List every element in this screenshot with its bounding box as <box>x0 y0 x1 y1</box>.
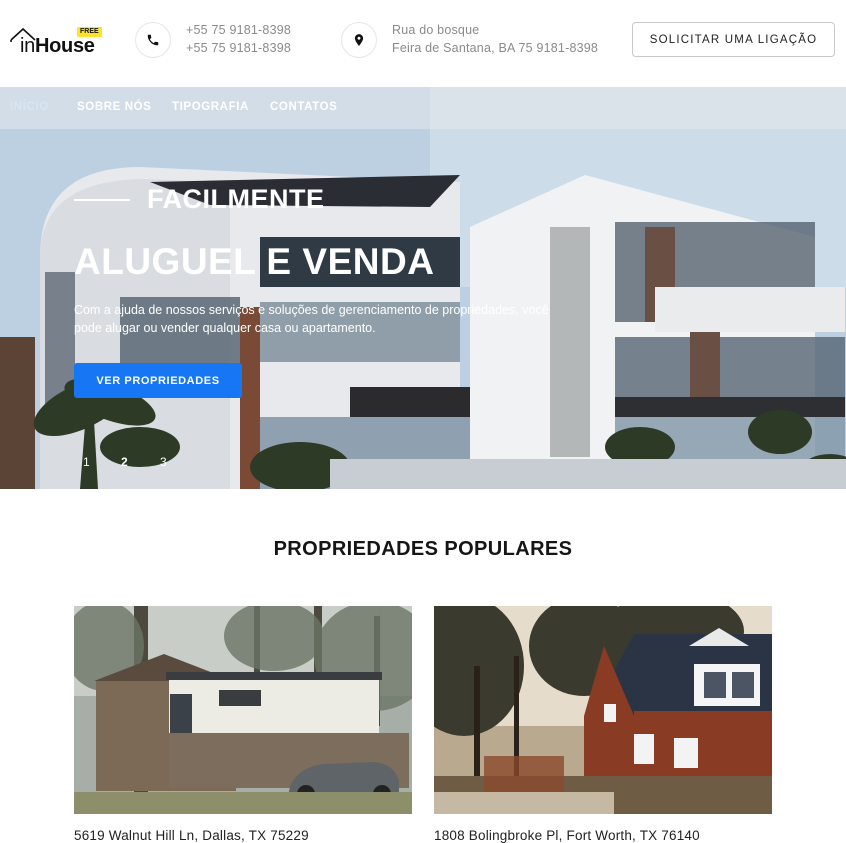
phone-icon <box>135 22 171 58</box>
hero-background-image <box>0 87 846 489</box>
property-address-1[interactable]: 5619 Walnut Hill Ln, Dallas, TX 75229 <box>74 828 309 843</box>
nav-item-sobre-nos[interactable]: SOBRE NÓS <box>77 101 151 113</box>
nav-item-contatos[interactable]: CONTATOS <box>270 101 337 113</box>
logo-in: in <box>20 35 35 57</box>
map-pin-icon <box>341 22 377 58</box>
hero-eyebrow-line <box>74 199 130 201</box>
nav-item-inicio[interactable]: INÍCIO <box>10 101 49 113</box>
view-properties-button[interactable]: VER PROPRIEDADES <box>74 363 242 398</box>
slide-dot-2[interactable]: 2 <box>121 455 128 469</box>
nav-item-tipografia[interactable]: TIPOGRAFIA <box>172 101 249 113</box>
address-line-1: Rua do bosque <box>392 23 480 37</box>
request-call-button[interactable]: SOLICITAR UMA LIGAÇÃO <box>632 22 835 57</box>
phone-numbers: +55 75 9181-8398 +55 75 9181-8398 <box>186 21 291 57</box>
hero-title: ALUGUEL E VENDA <box>74 241 435 282</box>
hero-description: Com a ajuda de nossos serviços e soluçõe… <box>74 303 549 335</box>
logo-house: House <box>34 35 95 57</box>
phone-number-1[interactable]: +55 75 9181-8398 <box>186 21 291 39</box>
property-card-image-2[interactable] <box>434 606 772 814</box>
address: Rua do bosque Feira de Santana, BA 75 91… <box>392 21 598 57</box>
logo-free-badge: FREE <box>77 27 102 37</box>
phone-number-2[interactable]: +55 75 9181-8398 <box>186 39 291 57</box>
logo-wordmark: inHouse <box>20 36 95 56</box>
popular-properties-title: PROPRIEDADES POPULARES <box>273 538 573 560</box>
hero-eyebrow: FACILMENTE <box>147 184 325 214</box>
main-nav: INÍCIO SOBRE NÓS TIPOGRAFIA CONTATOS <box>0 87 846 129</box>
site-header: inHouse FREE +55 75 9181-8398 +55 75 918… <box>0 0 846 87</box>
site-logo[interactable]: inHouse FREE <box>10 24 105 58</box>
property-card-image-1[interactable] <box>74 606 412 814</box>
address-line-2: Feira de Santana, BA 75 9181-8398 <box>392 41 599 55</box>
property-address-2[interactable]: 1808 Bolingbroke Pl, Fort Worth, TX 7614… <box>434 828 700 843</box>
slide-dot-1[interactable]: 1 <box>83 455 90 469</box>
slide-dot-3[interactable]: 3 <box>160 455 167 469</box>
hero-slider: INÍCIO SOBRE NÓS TIPOGRAFIA CONTATOS FAC… <box>0 87 846 489</box>
